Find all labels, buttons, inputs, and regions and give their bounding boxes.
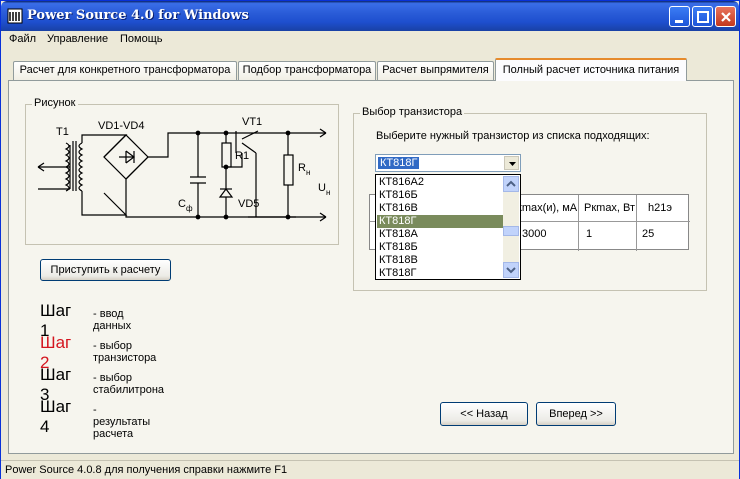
step-4-desc: - результаты расчета [93, 404, 151, 440]
grid-divider [636, 195, 637, 251]
menu-file[interactable]: Файл [9, 33, 36, 45]
label-rn-sub: н [306, 168, 310, 177]
step-4-label: Шаг 4 [40, 397, 72, 436]
list-item-selected[interactable]: КТ818Г [377, 215, 504, 228]
list-item[interactable]: КТ816Б [377, 189, 504, 202]
step-1-desc: - ввод данных [93, 308, 132, 332]
list-item[interactable]: КТ818Б [377, 241, 504, 254]
label-cf: C [178, 198, 186, 210]
list-item[interactable]: КТ818А [377, 228, 504, 241]
list-item[interactable]: КТ816А2 [377, 176, 504, 189]
table-cell: 25 [642, 228, 655, 240]
table-header: Iкmax(и), мА [514, 202, 578, 214]
close-icon [721, 12, 731, 22]
table-cell: 1 [586, 228, 593, 240]
label-un-sub: н [326, 188, 330, 197]
chevron-up-icon [506, 180, 516, 187]
menu-help[interactable]: Помощь [120, 33, 163, 45]
tab-transformer-calc[interactable]: Расчет для конкретного трансформатора [13, 61, 237, 80]
grid-divider [578, 195, 579, 251]
app-window: Power Source 4.0 for Windows Файл Управл… [0, 0, 740, 479]
minimize-icon [675, 20, 683, 23]
label-r1: R1 [235, 150, 249, 162]
window-title: Power Source 4.0 for Windows [27, 8, 249, 23]
label-t1: T1 [56, 126, 69, 138]
close-button[interactable] [715, 6, 736, 27]
transistor-select[interactable]: КТ818Г [375, 154, 521, 172]
transistor-dropdown-list[interactable]: КТ816А2 КТ816Б КТ816В КТ818Г КТ818А КТ81… [375, 174, 521, 280]
label-bridge: VD1-VD4 [98, 120, 144, 132]
tab-transformer-select[interactable]: Подбор трансформатора [238, 61, 376, 80]
label-un: U [318, 182, 326, 194]
transistor-group-label: Выбор транзистора [360, 106, 465, 118]
step-2-desc: - выбор транзистора [93, 340, 157, 364]
minimize-button[interactable] [669, 6, 690, 27]
menu-bar: Файл Управление Помощь [1, 31, 739, 49]
step-3-desc: - выбор стабилитрона [93, 372, 165, 396]
dropdown-scrollbar[interactable] [503, 176, 519, 278]
scroll-up-button[interactable] [503, 176, 519, 192]
dropdown-toggle[interactable] [504, 156, 519, 170]
status-bar: Power Source 4.0.8 для получения справки… [1, 460, 739, 479]
scroll-thumb[interactable] [503, 226, 519, 236]
list-item[interactable]: КТ818Г [377, 267, 504, 280]
back-button[interactable]: << Назад [440, 402, 528, 426]
chevron-down-icon [509, 162, 516, 166]
next-button[interactable]: Вперед >> [536, 402, 616, 426]
start-calculation-button[interactable]: Приступить к расчету [40, 259, 171, 281]
app-icon [7, 8, 23, 24]
circuit-diagram: T1 VD1-VD4 VT1 R1 R н U н C ф VD5 [37, 116, 330, 222]
list-item[interactable]: КТ818В [377, 254, 504, 267]
table-header: Pкmax, Вт [584, 202, 636, 214]
list-item[interactable]: КТ816В [377, 202, 504, 215]
maximize-button[interactable] [692, 6, 713, 27]
label-cf-sub: ф [186, 204, 193, 213]
transistor-select-value: КТ818Г [378, 157, 420, 169]
label-rn: R [298, 162, 306, 174]
transistor-prompt: Выберите нужный транзистор из списка под… [376, 130, 650, 142]
label-vt1: VT1 [242, 116, 262, 128]
diagram-group: Рисунок T1 VD1-VD4 VT1 R1 R н U н C ф VD… [25, 97, 339, 245]
chevron-down-icon [506, 267, 516, 274]
tab-rectifier-calc[interactable]: Расчет выпрямителя [377, 61, 494, 80]
menu-control[interactable]: Управление [47, 33, 108, 45]
maximize-icon [697, 11, 709, 23]
title-bar[interactable]: Power Source 4.0 for Windows [1, 1, 739, 31]
scroll-down-button[interactable] [503, 262, 519, 278]
table-header: h21э [648, 202, 672, 214]
table-cell: 3000 [522, 228, 547, 240]
tab-full-calc[interactable]: Полный расчет источника питания [495, 58, 687, 81]
status-text: Power Source 4.0.8 для получения справки… [5, 464, 288, 476]
label-vd5: VD5 [238, 198, 259, 210]
